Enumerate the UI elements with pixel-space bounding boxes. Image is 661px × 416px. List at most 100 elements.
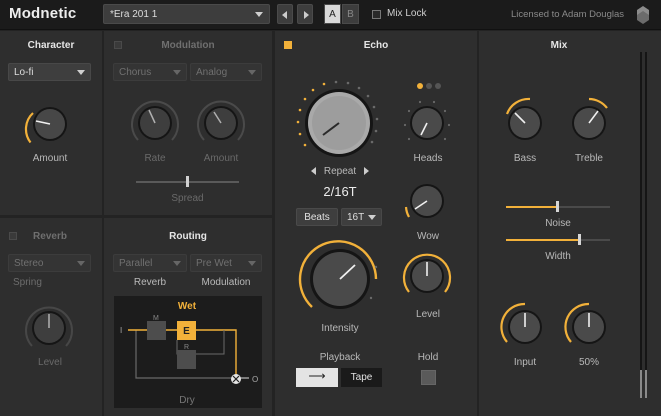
spread-label: Spread	[171, 193, 204, 204]
modulation-rate-knob[interactable]	[128, 96, 182, 150]
meter-right-level	[645, 370, 647, 398]
routing-title: Routing	[169, 231, 207, 242]
modulation-amount-label: Amount	[203, 153, 239, 164]
routing-dry-label: Dry	[179, 395, 195, 406]
top-bar: Modnetic *Era 201 1 A B Mix Lock License…	[0, 0, 661, 30]
mix-lock-checkbox[interactable]	[372, 10, 381, 19]
echo-intensity-knob[interactable]	[298, 237, 382, 321]
routing-wet-label: Wet	[178, 301, 197, 312]
mix-bass-knob[interactable]	[498, 95, 552, 149]
noise-slider-fill	[506, 206, 557, 208]
chevron-down-icon	[248, 70, 256, 75]
mix-treble-label: Treble	[575, 153, 603, 164]
routing-position-value: Pre Wet	[196, 258, 232, 269]
echo-division-value: 16T	[347, 212, 365, 223]
mix-treble-knob[interactable]	[562, 95, 616, 149]
modulation-amount-knob[interactable]	[194, 96, 248, 150]
mix-input-label: Input	[513, 357, 537, 368]
echo-heads-label: Heads	[413, 153, 443, 164]
mix-input-knob[interactable]	[498, 298, 552, 352]
echo-repeat-value: 2/16T	[323, 184, 357, 199]
routing-input-label: I	[120, 326, 122, 335]
echo-division-dropdown[interactable]: 16T	[341, 208, 382, 226]
reverb-title: Reverb	[33, 231, 67, 242]
character-mode-dropdown[interactable]: Lo-fi	[8, 63, 91, 81]
mix-lock-label: Mix Lock	[387, 8, 427, 19]
character-amount-label: Amount	[32, 153, 68, 164]
echo-level-label: Level	[416, 309, 440, 320]
repeat-decrease-icon[interactable]	[311, 167, 316, 175]
noise-slider-thumb[interactable]	[556, 201, 559, 212]
routing-m-label: M	[153, 315, 159, 322]
routing-mode-dropdown[interactable]: Parallel	[113, 254, 187, 272]
mix-title: Mix	[550, 40, 568, 51]
compare-b-button[interactable]: B	[342, 4, 359, 24]
modulation-title: Modulation	[161, 40, 215, 51]
routing-reverb-label: Reverb	[133, 277, 167, 288]
routing-output-label: O	[252, 375, 258, 384]
chevron-down-icon	[248, 261, 256, 266]
echo-hold-button[interactable]	[421, 370, 436, 385]
chevron-down-icon	[77, 261, 85, 266]
reverb-type-value: Stereo	[14, 258, 44, 269]
reverb-type-dropdown[interactable]: Stereo	[8, 254, 91, 272]
routing-e-label: E	[183, 326, 190, 337]
routing-position-dropdown[interactable]: Pre Wet	[190, 254, 262, 272]
mix-bass-label: Bass	[513, 153, 537, 164]
echo-repeat-label: Repeat	[323, 166, 357, 177]
character-title: Character	[27, 40, 75, 51]
preset-name: *Era 201 1	[110, 9, 158, 20]
preset-selector[interactable]: *Era 201 1	[103, 4, 270, 24]
license-text: Licensed to Adam Douglas	[511, 9, 625, 20]
echo-title: Echo	[363, 40, 389, 51]
reverb-level-label: Level	[38, 357, 62, 368]
heads-indicator	[417, 83, 441, 89]
modulation-source-value: Analog	[196, 67, 228, 78]
modulation-type-dropdown[interactable]: Chorus	[113, 63, 187, 81]
chevron-down-icon	[173, 70, 181, 75]
mix-output-label: 50%	[578, 357, 599, 368]
compare-a-button[interactable]: A	[324, 4, 341, 24]
echo-repeat-knob[interactable]	[292, 77, 388, 167]
izotope-logo-icon	[637, 6, 649, 24]
chevron-down-icon	[77, 70, 85, 75]
modulation-type-value: Chorus	[119, 67, 152, 78]
chevron-down-icon	[255, 12, 263, 17]
reverb-level-knob[interactable]	[22, 302, 76, 356]
echo-beats-button[interactable]: Beats	[296, 208, 338, 226]
modulation-rate-label: Rate	[144, 153, 166, 164]
echo-hold-label: Hold	[417, 352, 439, 363]
echo-level-knob[interactable]	[400, 250, 454, 304]
meter-right	[645, 52, 647, 398]
mix-width-label: Width	[545, 251, 571, 262]
modulation-source-dropdown[interactable]: Analog	[190, 63, 262, 81]
routing-reverb-block	[177, 350, 196, 369]
echo-wow-knob[interactable]	[400, 175, 454, 229]
playback-forward-button[interactable]: ⟶	[296, 368, 338, 387]
width-slider-thumb[interactable]	[578, 234, 581, 245]
spread-slider-thumb[interactable]	[186, 176, 189, 187]
mix-noise-label: Noise	[545, 218, 571, 229]
playback-tape-button[interactable]: Tape	[341, 368, 382, 387]
next-preset-button[interactable]	[297, 4, 313, 24]
routing-modulation-label: Modulation	[201, 277, 251, 288]
arrow-left-icon	[282, 11, 287, 19]
routing-modulation-block	[147, 321, 166, 340]
echo-heads-knob[interactable]	[400, 97, 454, 151]
routing-diagram: Wet Dry I O M E R	[114, 296, 262, 408]
meter-left	[640, 52, 642, 398]
mix-output-knob[interactable]	[562, 298, 616, 352]
character-amount-knob[interactable]	[22, 100, 74, 152]
width-slider-fill	[506, 239, 579, 241]
chevron-down-icon	[368, 215, 376, 220]
app-logo: Modnetic	[9, 5, 77, 22]
echo-playback-label: Playback	[319, 352, 361, 363]
routing-r-label: R	[184, 344, 189, 351]
meter-left-level	[640, 370, 642, 398]
repeat-increase-icon[interactable]	[364, 167, 369, 175]
arrow-right-icon	[304, 11, 309, 19]
reverb-kind-label: Spring	[13, 277, 42, 288]
echo-wow-label: Wow	[416, 231, 440, 242]
routing-mode-value: Parallel	[119, 258, 153, 269]
previous-preset-button[interactable]	[277, 4, 293, 24]
